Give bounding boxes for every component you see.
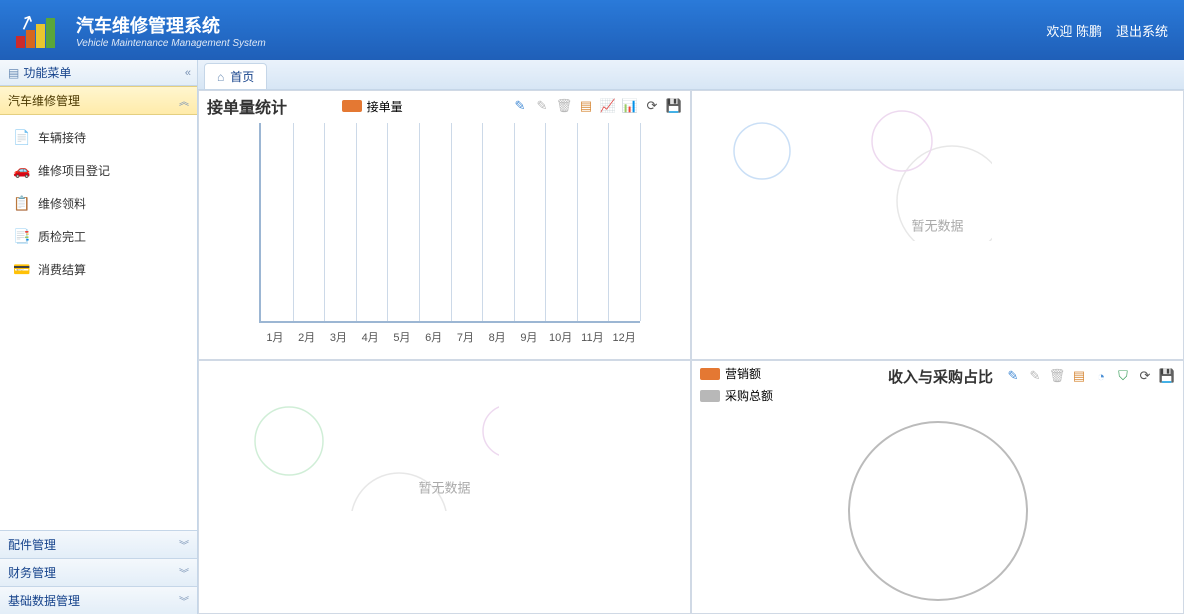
chart-toolbar: ✎ ✎ 🗑 ▤ ◔ ⛉ ⟳ 💾 <box>1005 368 1175 384</box>
bar-chart <box>259 123 640 323</box>
bar-chart-icon[interactable]: 📊 <box>622 98 638 114</box>
section-basic-data[interactable]: 基础数据管理 ︾ <box>0 586 197 614</box>
note-icon: 📋 <box>14 196 30 212</box>
list-icon[interactable]: ▤ <box>578 98 594 114</box>
pane-bottom-left: 暂无数据 <box>198 360 691 614</box>
section-label: 配件管理 <box>8 536 56 553</box>
main-area: ⌂ 首页 接单量统计 接单量 ✎ ✎ 🗑 ▤ 📈 📊 ⟳ <box>198 60 1184 614</box>
menu-vehicle-reception[interactable]: 📄车辆接待 <box>4 121 193 154</box>
edit2-icon[interactable]: ✎ <box>1027 368 1043 384</box>
section-label: 汽车维修管理 <box>8 92 80 109</box>
tab-home[interactable]: ⌂ 首页 <box>204 63 267 89</box>
pane-income-ratio: 营销额 采购总额 收入与采购占比 ✎ ✎ 🗑 ▤ ◔ ⛉ ⟳ 💾 <box>691 360 1184 614</box>
welcome-text: 欢迎 陈鹏 <box>1046 21 1102 40</box>
menu-material-pickup[interactable]: 📋维修领料 <box>4 187 193 220</box>
app-subtitle: Vehicle Maintenance Management System <box>76 38 266 49</box>
pane-title: 接单量统计 <box>207 94 287 118</box>
save-icon[interactable]: 💾 <box>666 98 682 114</box>
edit2-icon[interactable]: ✎ <box>534 98 550 114</box>
pane-title: 收入与采购占比 <box>888 366 993 387</box>
legend-swatch <box>342 100 362 112</box>
vehicle-repair-menu: 📄车辆接待 🚗维修项目登记 📋维修领料 📑质检完工 💳消费结算 <box>0 115 197 292</box>
save-icon[interactable]: 💾 <box>1159 368 1175 384</box>
section-vehicle-repair[interactable]: 汽车维修管理 ︽ <box>0 86 197 115</box>
trash-icon[interactable]: 🗑 <box>556 98 572 114</box>
trash-icon[interactable]: 🗑 <box>1049 368 1065 384</box>
no-data-text: 暂无数据 <box>418 478 470 497</box>
pie-chart-icon[interactable]: ◔ <box>1093 368 1109 384</box>
menu-quality-check[interactable]: 📑质检完工 <box>4 220 193 253</box>
section-label: 财务管理 <box>8 564 56 581</box>
menu-settlement[interactable]: 💳消费结算 <box>4 253 193 286</box>
menu-icon: ▤ <box>8 66 19 80</box>
edit-icon[interactable]: ✎ <box>512 98 528 114</box>
chevron-down-icon: ︾ <box>179 593 189 608</box>
section-parts[interactable]: 配件管理 ︾ <box>0 530 197 558</box>
legend-swatch <box>700 390 720 402</box>
refresh-icon[interactable]: ⟳ <box>644 98 660 114</box>
car-icon: 🚗 <box>14 163 30 179</box>
chevron-down-icon: ︾ <box>179 537 189 552</box>
line-chart-icon[interactable]: 📈 <box>600 98 616 114</box>
chart-toolbar: ✎ ✎ 🗑 ▤ 📈 📊 ⟳ 💾 <box>512 98 682 114</box>
section-label: 基础数据管理 <box>8 592 80 609</box>
app-header: ↗ 汽车维修管理系统 Vehicle Maintenance Managemen… <box>0 0 1184 60</box>
pie-chart <box>848 421 1028 601</box>
pane-order-stats: 接单量统计 接单量 ✎ ✎ 🗑 ▤ 📈 📊 ⟳ 💾 <box>198 90 691 360</box>
legend-label: 采购总额 <box>725 387 773 404</box>
sidebar-header: ▤ 功能菜单 « <box>0 60 197 86</box>
collapse-icon[interactable]: « <box>185 67 189 79</box>
chevron-down-icon: ︾ <box>179 565 189 580</box>
sidebar-title: 功能菜单 <box>23 64 71 81</box>
app-title: 汽车维修管理系统 <box>76 12 266 38</box>
logout-link[interactable]: 退出系统 <box>1116 21 1168 40</box>
refresh-icon[interactable]: ⟳ <box>1137 368 1153 384</box>
section-finance[interactable]: 财务管理 ︾ <box>0 558 197 586</box>
doc-icon: 📄 <box>14 130 30 146</box>
app-logo-icon: ↗ <box>16 12 64 48</box>
no-data-text: 暂无数据 <box>911 216 963 235</box>
legend-label: 接单量 <box>367 98 403 115</box>
tab-label: 首页 <box>230 68 254 85</box>
chart-x-axis: 1月2月3月4月5月6月7月8月9月10月11月12月 <box>259 329 640 345</box>
chevron-up-icon: ︽ <box>179 93 189 108</box>
check-icon: 📑 <box>14 229 30 245</box>
tab-bar: ⌂ 首页 <box>198 60 1184 90</box>
list-icon[interactable]: ▤ <box>1071 368 1087 384</box>
filter-icon[interactable]: ⛉ <box>1115 368 1131 384</box>
money-icon: 💳 <box>14 262 30 278</box>
pane-top-right: 暂无数据 <box>691 90 1184 360</box>
legend-row: 采购总额 <box>700 387 773 404</box>
home-icon: ⌂ <box>217 70 224 84</box>
edit-icon[interactable]: ✎ <box>1005 368 1021 384</box>
menu-repair-register[interactable]: 🚗维修项目登记 <box>4 154 193 187</box>
sidebar: ▤ 功能菜单 « 汽车维修管理 ︽ 📄车辆接待 🚗维修项目登记 📋维修领料 📑质检… <box>0 60 198 614</box>
